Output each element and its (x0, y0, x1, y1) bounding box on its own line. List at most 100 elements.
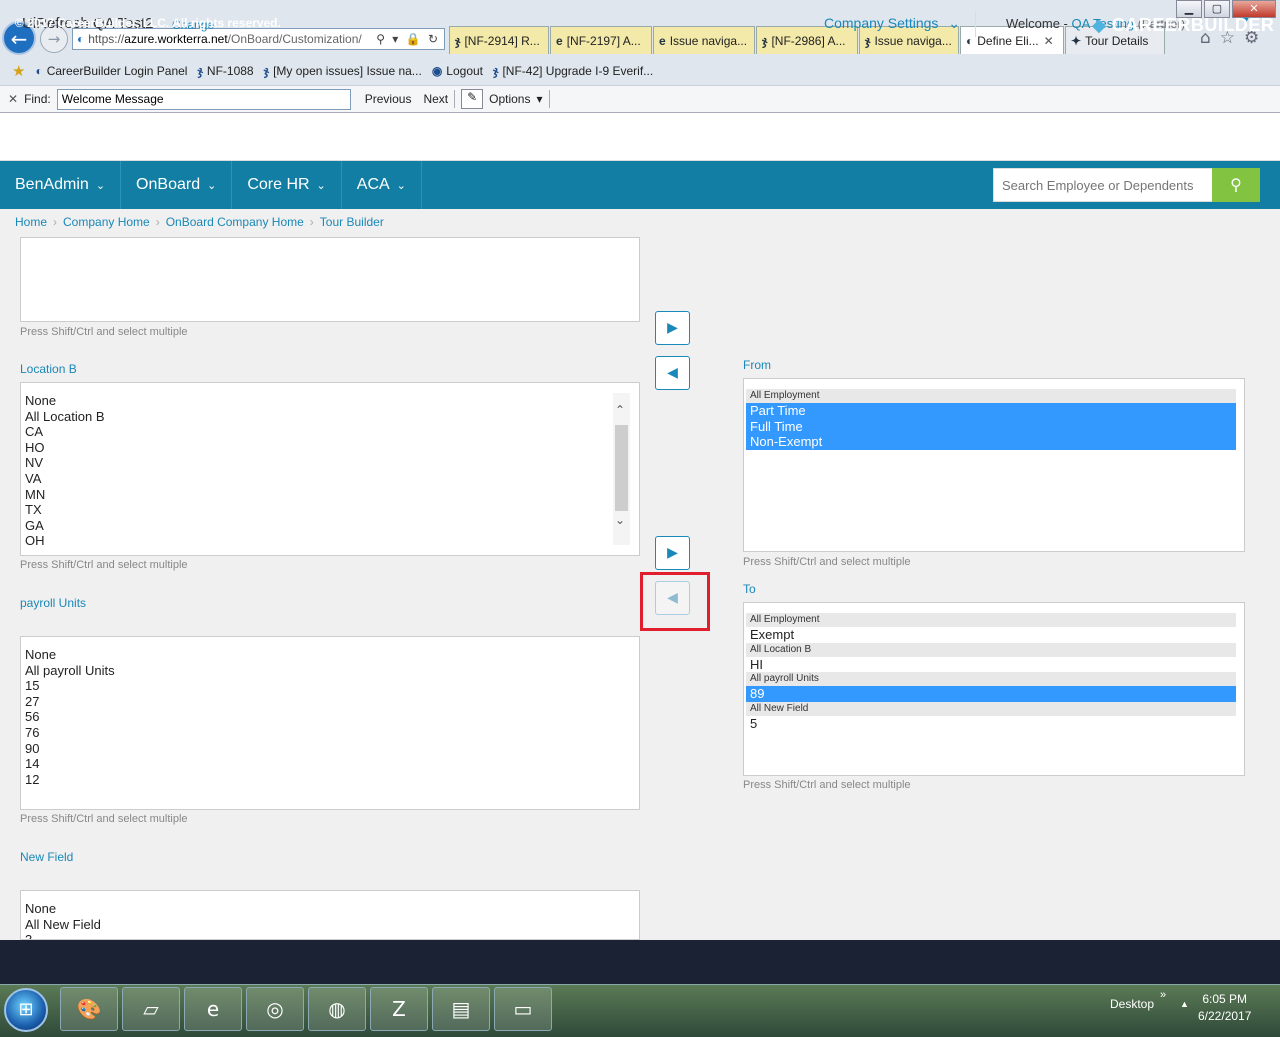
list-option[interactable]: 12 (25, 772, 115, 788)
page-footer (0, 940, 1280, 984)
list-option[interactable]: 3 (25, 932, 101, 939)
list-option[interactable]: MN (25, 487, 105, 503)
list-option[interactable]: TX (25, 502, 105, 518)
favorite-label: [My open issues] Issue na... (273, 63, 422, 78)
list-option[interactable]: All payroll Units (25, 663, 115, 679)
browser-tab-label: Define Eli... (977, 33, 1039, 48)
find-input[interactable] (56, 88, 351, 110)
scroll-thumb[interactable] (615, 425, 628, 511)
find-label: Find: (24, 92, 51, 106)
notepad-icon[interactable]: ▱ (122, 987, 180, 1031)
explorer-icon[interactable]: ▤ (432, 987, 490, 1031)
list-option[interactable]: None (25, 901, 101, 917)
find-options-button[interactable]: Options (489, 92, 530, 106)
list-option[interactable]: Non-Exempt (746, 434, 1236, 450)
breadcrumb-link[interactable]: Home (15, 215, 47, 229)
favorite-link[interactable]: ჯ [NF-42] Upgrade I-9 Everif... (493, 64, 653, 78)
list-option[interactable]: 5 (746, 716, 1236, 732)
location-b-list[interactable]: None All Location B CA HO NV VA MN TX GA OH (20, 382, 640, 556)
close-find-icon[interactable]: ✕ (8, 92, 18, 106)
desktop-toolbar[interactable]: Desktop (1110, 997, 1154, 1011)
list-option[interactable]: HI (746, 657, 1236, 673)
options-caret-icon[interactable]: ▾ (536, 92, 542, 106)
ie-icon: e (556, 33, 563, 48)
list-option[interactable]: VA (25, 471, 105, 487)
add-location-b-button[interactable]: ▶ (655, 536, 690, 570)
nav-item-core-hr[interactable]: Core HR ⌄ (232, 161, 342, 209)
breadcrumb: Home › Company Home › OnBoard Company Home › T… (15, 215, 384, 229)
chrome-icon[interactable]: ◎ (246, 987, 304, 1031)
breadcrumb-separator: › (155, 215, 160, 229)
company-settings-menu[interactable]: Company Settings ⌄ (824, 15, 960, 32)
list-option[interactable]: All New Field (25, 917, 101, 933)
company-settings-label: Company Settings (824, 15, 939, 31)
list-option[interactable]: Exempt (746, 627, 1236, 643)
url-host: azure.workterra.net (124, 32, 228, 46)
remove-employment-button[interactable]: ◀ (655, 356, 690, 390)
favorites-star-icon[interactable]: ★ (12, 62, 25, 80)
new-field-list[interactable]: None All New Field 3 (20, 890, 640, 940)
search-button[interactable]: ⚲ (1212, 168, 1260, 202)
find-previous-button[interactable]: Previous (365, 92, 412, 106)
list-option[interactable]: HO (25, 440, 105, 456)
location-b-hint: Press Shift/Ctrl and select multiple (20, 559, 188, 571)
list-option[interactable]: None (25, 647, 115, 663)
scroll-down-icon[interactable]: ⌄ (615, 513, 625, 527)
list-option[interactable]: 89 (746, 686, 1236, 702)
browser-tab[interactable]: e Issue naviga... (653, 26, 755, 54)
tray-up-icon[interactable]: ▲ (1180, 999, 1189, 1009)
breadcrumb-link[interactable]: Company Home (63, 215, 150, 229)
list-option[interactable]: CA (25, 424, 105, 440)
careerbuilder-logo: ◆ CAREERBUILDER (1092, 15, 1274, 36)
tray-expand-icon[interactable]: » (1160, 989, 1166, 1001)
system-clock[interactable]: 6:05 PM 6/22/2017 (1198, 991, 1251, 1025)
options-icon[interactable]: ✎ (461, 89, 484, 109)
list-option[interactable]: 15 (25, 678, 115, 694)
to-list[interactable]: All Employment Exempt All Location B HI All … (743, 602, 1245, 776)
nav-item-onboard[interactable]: OnBoard ⌄ (121, 161, 233, 209)
favorite-link[interactable]: ◐ CareerBuilder Login Panel (35, 64, 187, 78)
paint-icon[interactable]: 🎨 (60, 987, 118, 1031)
find-next-button[interactable]: Next (423, 92, 448, 106)
sticky-notes-icon[interactable]: ▭ (494, 987, 552, 1031)
address-tools[interactable]: ⚲ ▾ 🔒 ↻ (376, 32, 444, 46)
search-employee-input[interactable] (993, 168, 1213, 202)
list-option[interactable]: OH (25, 533, 105, 549)
browser-tab[interactable]: ჯ [NF-2914] R... (449, 26, 549, 54)
list-option[interactable]: Part Time (746, 403, 1236, 419)
list-option[interactable]: None (25, 393, 105, 409)
add-employment-button[interactable]: ▶ (655, 311, 690, 345)
logout-icon: ◉ (431, 63, 443, 78)
payroll-units-list[interactable]: None All payroll Units 15 27 56 76 90 14 12 (20, 636, 640, 810)
favorite-link[interactable]: ◉ Logout (432, 64, 483, 78)
nav-item-benadmin[interactable]: BenAdmin ⌄ (0, 161, 122, 209)
highlight-box (640, 572, 710, 631)
favorite-link[interactable]: ჯ NF-1088 (197, 64, 253, 78)
browser-tab[interactable]: e [NF-2197] A... (550, 26, 652, 54)
zoom-icon[interactable]: Z (370, 987, 428, 1031)
employment-list-box[interactable] (20, 237, 640, 322)
scroll-up-icon[interactable]: ⌃ (615, 403, 625, 417)
option-group-label: All Employment (746, 613, 1236, 627)
list-option[interactable]: 27 (25, 694, 115, 710)
browser-tab-label: [NF-2986] A... (771, 33, 846, 48)
list-option[interactable]: 56 (25, 709, 115, 725)
list-option[interactable]: 14 (25, 756, 115, 772)
list-option[interactable]: 90 (25, 741, 115, 757)
list-option[interactable]: GA (25, 518, 105, 534)
list-option[interactable]: Full Time (746, 418, 1236, 434)
list-option[interactable]: 76 (25, 725, 115, 741)
from-list[interactable]: All Employment Part Time Full Time Non-Exem… (743, 378, 1245, 552)
breadcrumb-link[interactable]: OnBoard Company Home (166, 215, 304, 229)
breadcrumb-link[interactable]: Tour Builder (320, 215, 384, 229)
jira-icon: ჯ (263, 63, 270, 78)
list-option[interactable]: NV (25, 455, 105, 471)
start-button[interactable]: ⊞ (4, 988, 48, 1032)
firefox-icon[interactable]: ◍ (308, 987, 366, 1031)
nav-item-aca[interactable]: ACA ⌄ (342, 161, 422, 209)
favorite-link[interactable]: ჯ [My open issues] Issue na... (264, 64, 422, 78)
list-option[interactable]: All Location B (25, 409, 105, 425)
ie-icon[interactable]: e (184, 987, 242, 1031)
location-b-scrollbar[interactable]: ⌃ ⌄ (613, 393, 630, 545)
close-tab-icon[interactable]: ✕ (1044, 34, 1054, 48)
